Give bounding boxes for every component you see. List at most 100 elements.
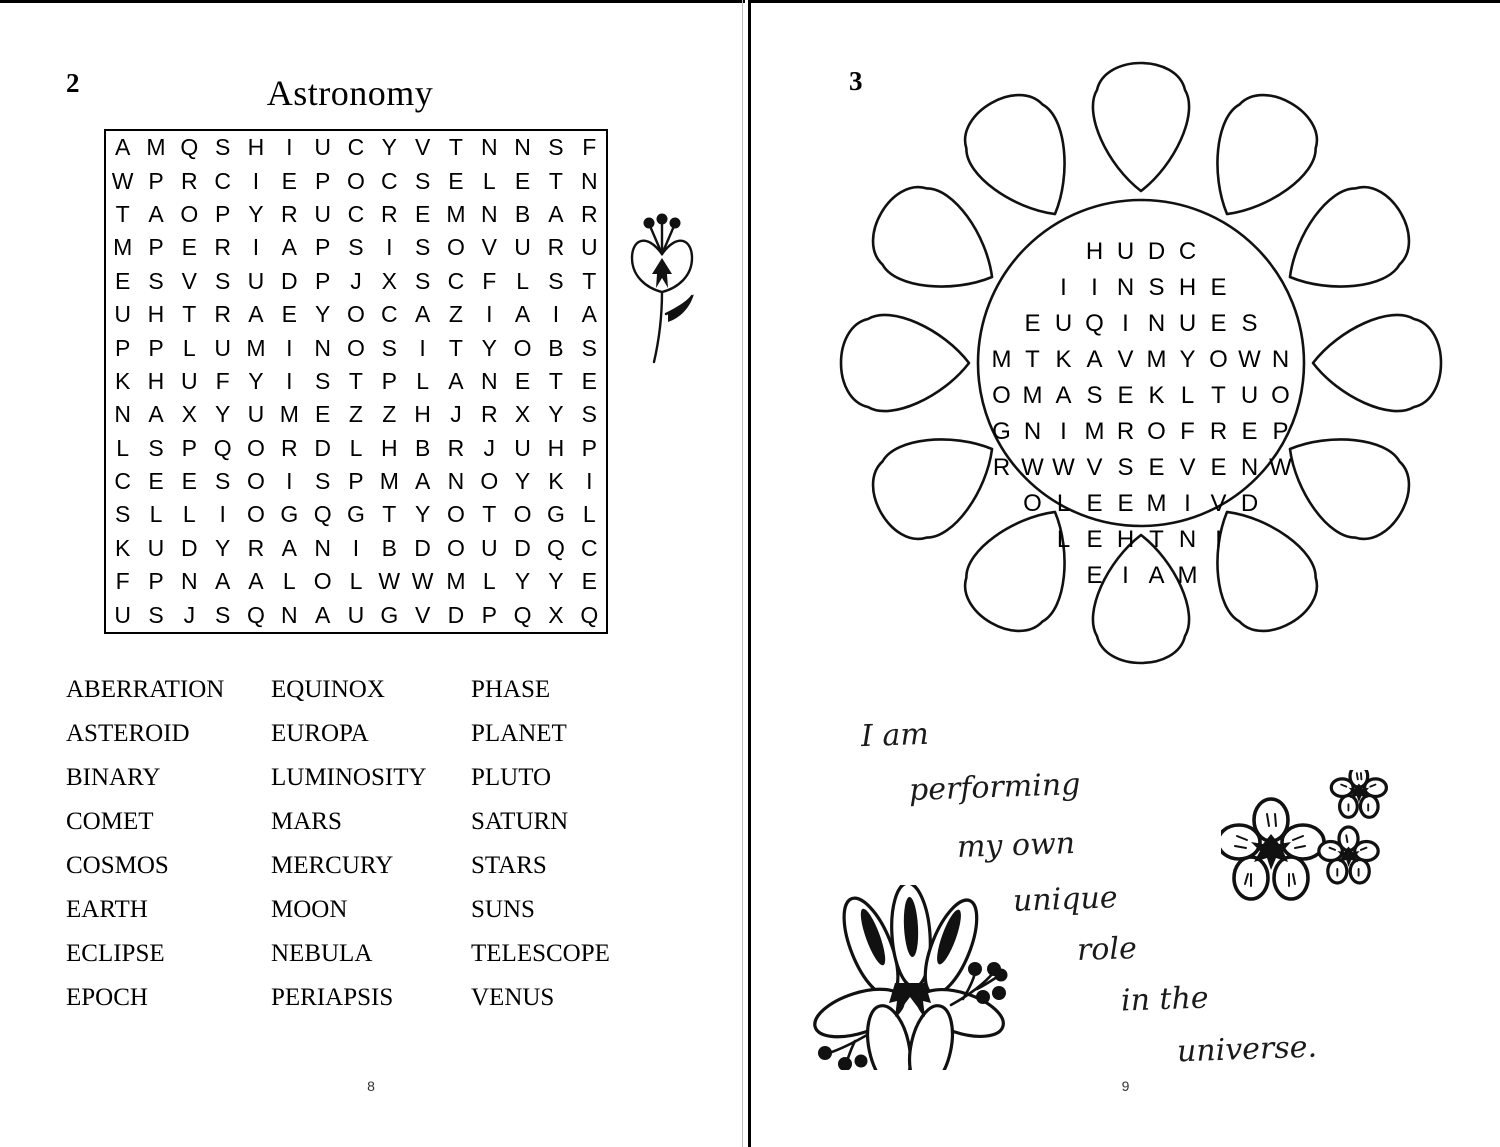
grid-cell[interactable]: S xyxy=(573,398,606,431)
grid-cell[interactable]: E xyxy=(173,231,206,264)
grid-cell[interactable]: X xyxy=(506,398,539,431)
grid-cell[interactable]: L xyxy=(573,498,606,531)
grid-cell[interactable]: N xyxy=(473,198,506,231)
grid-cell[interactable]: E xyxy=(306,398,339,431)
grid-cell[interactable]: O xyxy=(506,331,539,364)
grid-cell[interactable]: I xyxy=(273,465,306,498)
grid-cell[interactable]: R xyxy=(206,231,239,264)
grid-cell[interactable]: Y xyxy=(206,532,239,565)
word-list-item[interactable]: STARS xyxy=(471,844,666,888)
grid-cell[interactable]: Y xyxy=(406,498,439,531)
grid-cell[interactable]: F xyxy=(573,131,606,164)
grid-cell[interactable]: S xyxy=(539,131,572,164)
word-list-item[interactable]: EPOCH xyxy=(66,976,271,1020)
grid-cell[interactable]: Y xyxy=(206,398,239,431)
grid-cell[interactable]: P xyxy=(206,198,239,231)
grid-cell[interactable]: T xyxy=(539,365,572,398)
grid-cell[interactable]: R xyxy=(173,164,206,197)
grid-cell[interactable]: O xyxy=(239,465,272,498)
grid-cell[interactable]: Z xyxy=(439,298,472,331)
grid-cell[interactable]: S xyxy=(406,164,439,197)
grid-cell[interactable]: A xyxy=(239,298,272,331)
grid-cell[interactable]: S xyxy=(339,231,372,264)
grid-cell[interactable]: M xyxy=(106,231,139,264)
grid-cell[interactable]: H xyxy=(406,398,439,431)
grid-cell[interactable]: S xyxy=(206,131,239,164)
grid-cell[interactable]: E xyxy=(573,365,606,398)
grid-cell[interactable]: D xyxy=(406,532,439,565)
grid-cell[interactable]: R xyxy=(473,398,506,431)
grid-cell[interactable]: B xyxy=(539,331,572,364)
grid-cell[interactable]: O xyxy=(473,465,506,498)
grid-cell[interactable]: E xyxy=(406,198,439,231)
grid-cell[interactable]: N xyxy=(573,164,606,197)
word-list-item[interactable]: EARTH xyxy=(66,888,271,932)
grid-cell[interactable]: P xyxy=(306,231,339,264)
word-list-item[interactable]: EUROPA xyxy=(271,712,471,756)
grid-cell[interactable]: P xyxy=(373,365,406,398)
grid-cell[interactable]: M xyxy=(373,465,406,498)
word-list-item[interactable]: SATURN xyxy=(471,800,666,844)
grid-cell[interactable]: Q xyxy=(173,131,206,164)
grid-cell[interactable]: C xyxy=(339,131,372,164)
grid-cell[interactable]: Q xyxy=(206,432,239,465)
grid-cell[interactable]: P xyxy=(139,331,172,364)
grid-cell[interactable]: P xyxy=(173,432,206,465)
grid-cell[interactable]: F xyxy=(473,265,506,298)
word-list-item[interactable]: VENUS xyxy=(471,976,666,1020)
grid-cell[interactable]: E xyxy=(573,565,606,598)
grid-cell[interactable]: A xyxy=(273,231,306,264)
grid-cell[interactable]: M xyxy=(239,331,272,364)
grid-cell[interactable]: R xyxy=(539,231,572,264)
grid-cell[interactable]: M xyxy=(273,398,306,431)
grid-cell[interactable]: N xyxy=(473,365,506,398)
grid-cell[interactable]: I xyxy=(239,164,272,197)
grid-cell[interactable]: E xyxy=(273,298,306,331)
word-list-item[interactable]: SUNS xyxy=(471,888,666,932)
grid-cell[interactable]: I xyxy=(339,532,372,565)
grid-cell[interactable]: U xyxy=(173,365,206,398)
grid-cell[interactable]: I xyxy=(273,365,306,398)
grid-cell[interactable]: N xyxy=(506,131,539,164)
grid-cell[interactable]: I xyxy=(239,231,272,264)
grid-cell[interactable]: L xyxy=(173,331,206,364)
grid-cell[interactable]: U xyxy=(339,598,372,632)
word-list-item[interactable]: EQUINOX xyxy=(271,668,471,712)
grid-cell[interactable]: S xyxy=(373,331,406,364)
grid-cell[interactable]: T xyxy=(573,265,606,298)
grid-cell[interactable]: O xyxy=(306,565,339,598)
grid-cell[interactable]: L xyxy=(506,265,539,298)
grid-cell[interactable]: S xyxy=(139,265,172,298)
grid-cell[interactable]: P xyxy=(139,231,172,264)
grid-cell[interactable]: H xyxy=(373,432,406,465)
grid-cell[interactable]: L xyxy=(473,164,506,197)
grid-cell[interactable]: B xyxy=(506,198,539,231)
grid-cell[interactable]: A xyxy=(273,532,306,565)
grid-cell[interactable]: K xyxy=(539,465,572,498)
word-list-item[interactable]: MARS xyxy=(271,800,471,844)
grid-cell[interactable]: A xyxy=(106,131,139,164)
word-list-item[interactable]: PHASE xyxy=(471,668,666,712)
grid-cell[interactable]: P xyxy=(306,265,339,298)
word-list-item[interactable]: ASTEROID xyxy=(66,712,271,756)
word-list-item[interactable]: PERIAPSIS xyxy=(271,976,471,1020)
sunflower-puzzle-icon[interactable] xyxy=(801,45,1481,710)
grid-cell[interactable]: Y xyxy=(539,398,572,431)
grid-cell[interactable]: L xyxy=(273,565,306,598)
grid-cell[interactable]: C xyxy=(106,465,139,498)
grid-cell[interactable]: A xyxy=(439,365,472,398)
grid-cell[interactable]: Y xyxy=(373,131,406,164)
grid-cell[interactable]: D xyxy=(506,532,539,565)
grid-cell[interactable]: Y xyxy=(239,198,272,231)
grid-cell[interactable]: S xyxy=(406,231,439,264)
grid-cell[interactable]: S xyxy=(539,265,572,298)
grid-cell[interactable]: U xyxy=(306,131,339,164)
grid-cell[interactable]: T xyxy=(439,331,472,364)
grid-cell[interactable]: T xyxy=(373,498,406,531)
grid-cell[interactable]: A xyxy=(573,298,606,331)
grid-cell[interactable]: N xyxy=(106,398,139,431)
grid-cell[interactable]: S xyxy=(206,265,239,298)
grid-cell[interactable]: O xyxy=(339,331,372,364)
grid-cell[interactable]: P xyxy=(106,331,139,364)
grid-cell[interactable]: I xyxy=(273,331,306,364)
